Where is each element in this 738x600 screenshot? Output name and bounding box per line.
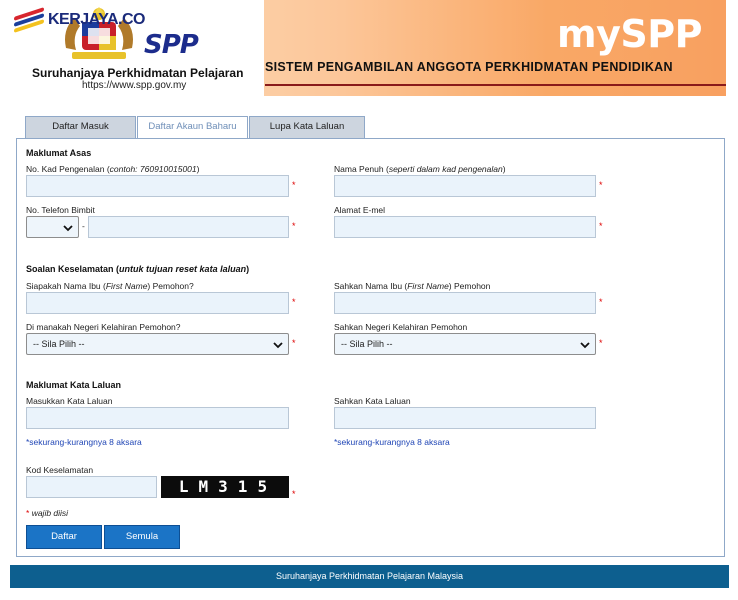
tab-register[interactable]: Daftar Akaun Baharu [137,116,248,139]
captcha-input[interactable] [26,476,157,498]
required-mark: * [599,297,603,307]
required-mark: * [599,180,603,190]
page-header: KERJAYA.CO SPP Suruhanjaya Perkhidmatan … [14,0,726,96]
flag-stripes-icon [14,7,44,33]
registration-form: Maklumat Asas No. Kad Pengenalan (contoh… [16,138,725,557]
page-footer: Suruhanjaya Perkhidmatan Pelajaran Malay… [10,565,729,588]
tab-forgot-password[interactable]: Lupa Kata Laluan [249,116,365,138]
password-confirm-input[interactable] [334,407,596,429]
required-mark: * [292,338,296,348]
birth-state-label: Di manakah Negeri Kelahiran Pemohon? [26,322,181,332]
phone-prefix-select[interactable] [26,216,79,238]
agency-url[interactable]: https://www.spp.gov.my [82,80,186,91]
chevron-down-icon [63,225,73,232]
mother-name-confirm-input[interactable] [334,292,596,314]
required-mark: * [292,297,296,307]
chevron-down-icon [580,342,590,349]
password-input[interactable] [26,407,289,429]
required-mark: * [292,489,296,499]
register-button[interactable]: Daftar [26,525,102,549]
spp-logo: SPP [144,30,199,60]
reset-button[interactable]: Semula [104,525,180,549]
fullname-label: Nama Penuh (seperti dalam kad pengenalan… [334,164,506,174]
ic-label: No. Kad Pengenalan (contoh: 760910015001… [26,164,200,174]
password-label: Masukkan Kata Laluan [26,396,113,406]
mother-name-input[interactable] [26,292,289,314]
password-confirm-hint: *sekurang-kurangnya 8 aksara [334,437,450,447]
fullname-input[interactable] [334,175,596,197]
phone-label: No. Telefon Bimbit [26,205,95,215]
section-password: Maklumat Kata Laluan [26,380,122,390]
system-title: SISTEM PENGAMBILAN ANGGOTA PERKHIDMATAN … [265,60,673,74]
tab-login[interactable]: Daftar Masuk [25,116,136,138]
ic-number-input[interactable] [26,175,289,197]
birth-state-confirm-selected: -- Sila Pilih -- [341,339,393,349]
email-label: Alamat E-mel [334,205,386,215]
section-security: Soalan Keselamatan (untuk tujuan reset k… [26,264,250,274]
mother-name-confirm-label: Sahkan Nama Ibu (First Name) Pemohon [334,281,491,291]
captcha-image: LM315 [161,476,289,498]
agency-name: Suruhanjaya Perkhidmatan Pelajaran [32,66,244,80]
chevron-down-icon [273,342,283,349]
required-mark: * [292,221,296,231]
brand-title: mySPP [557,12,702,56]
required-mark: * [599,221,603,231]
birth-state-confirm-label: Sahkan Negeri Kelahiran Pemohon [334,322,468,332]
watermark: KERJAYA.CO [14,7,145,33]
title-underline [265,84,726,86]
phone-number-input[interactable] [88,216,289,238]
watermark-text: KERJAYA.CO [48,11,145,28]
required-mark: * [292,180,296,190]
birth-state-confirm-select[interactable]: -- Sila Pilih -- [334,333,596,355]
required-mark: * [599,338,603,348]
password-hint: *sekurang-kurangnya 8 aksara [26,437,142,447]
phone-separator: - [82,221,85,231]
birth-state-selected: -- Sila Pilih -- [33,339,85,349]
tab-bar: Daftar Masuk Daftar Akaun Baharu Lupa Ka… [25,116,366,139]
mother-name-label: Siapakah Nama Ibu (First Name) Pemohon? [26,281,194,291]
password-confirm-label: Sahkan Kata Laluan [334,396,411,406]
email-input[interactable] [334,216,596,238]
section-basic-info: Maklumat Asas [26,148,92,158]
birth-state-select[interactable]: -- Sila Pilih -- [26,333,289,355]
captcha-label: Kod Keselamatan [26,465,94,475]
required-note: * wajib diisi [26,508,69,518]
